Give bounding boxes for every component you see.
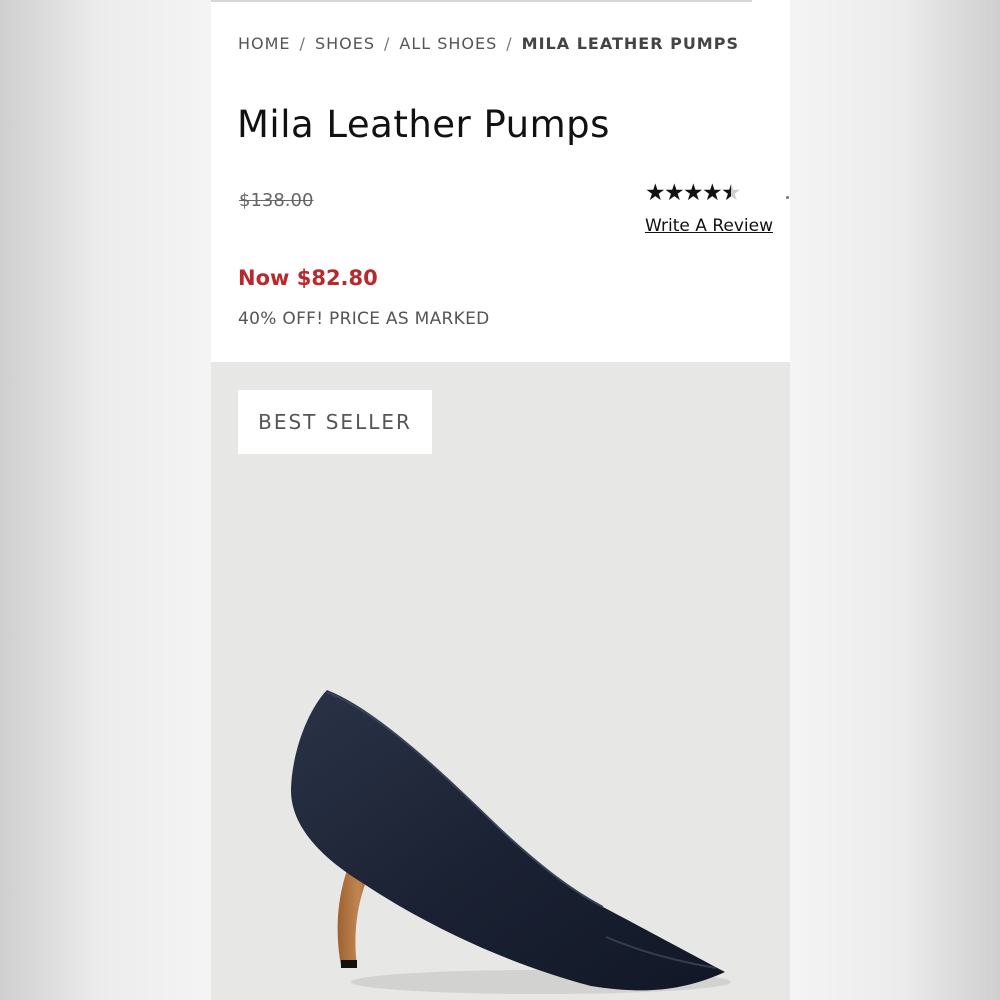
promo-text: 40% OFF! PRICE AS MARKED — [238, 309, 490, 329]
star-icon: ★ — [645, 180, 666, 206]
breadcrumb-current: MILA LEATHER PUMPS — [521, 34, 739, 53]
breadcrumb-separator: / — [383, 34, 391, 53]
header-divider — [211, 0, 752, 2]
star-icon: ★ — [664, 180, 685, 206]
breadcrumb: HOME / SHOES / ALL SHOES / MILA LEATHER PUMPS — [238, 34, 739, 53]
breadcrumb-separator: / — [506, 34, 513, 53]
breadcrumb-separator: / — [299, 34, 306, 53]
breadcrumb-item-all-shoes[interactable]: ALL SHOES — [399, 34, 497, 53]
breadcrumb-item-home[interactable]: HOME — [238, 34, 291, 53]
star-icon: ★ — [702, 180, 723, 206]
breadcrumb-item-shoes[interactable]: SHOES — [315, 34, 375, 53]
original-price: $138.00 — [239, 190, 314, 211]
product-page: HOME / SHOES / ALL SHOES / MILA LEATHER PUMPS … — [211, 0, 790, 1000]
carousel-dot-icon — [786, 196, 789, 199]
half-star-icon: ★★ — [721, 180, 742, 206]
star-icon: ★ — [683, 180, 704, 206]
page-title: Mila Leather Pumps — [237, 103, 610, 146]
sale-price: Now $82.80 — [238, 266, 378, 290]
product-image[interactable]: BEST SELLER — [211, 362, 790, 1000]
pump-shoe-icon — [291, 690, 731, 994]
star-rating[interactable]: ★★★★★★ — [645, 180, 773, 206]
rating-block: ★★★★★★ Write A Review — [645, 180, 773, 236]
write-review-link[interactable]: Write A Review — [645, 216, 773, 236]
